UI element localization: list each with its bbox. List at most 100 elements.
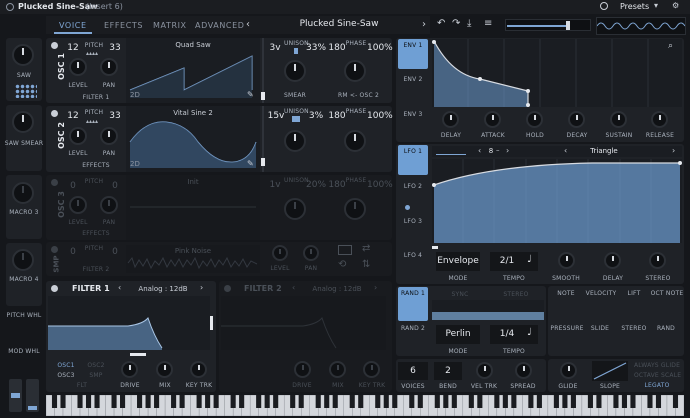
smp-waveform[interactable]: Pink Noise bbox=[126, 245, 260, 273]
osc2-dim-label[interactable]: 2D bbox=[130, 160, 140, 168]
filter1-cutoff-handle[interactable] bbox=[210, 316, 213, 330]
filter1-drive-knob[interactable] bbox=[121, 361, 138, 378]
lfo-tab-1[interactable]: LFO 1 bbox=[398, 145, 428, 175]
osc1-dim-label[interactable]: 2D bbox=[130, 91, 140, 99]
tab-matrix[interactable]: MATRIX bbox=[153, 21, 187, 30]
filter2-next-icon[interactable]: › bbox=[374, 283, 377, 292]
random-note-icon[interactable]: ♩ bbox=[527, 327, 532, 338]
keyboard[interactable] bbox=[45, 394, 685, 417]
filter1-route-flt[interactable]: FLT bbox=[70, 382, 94, 389]
filter2-keytrk-knob[interactable] bbox=[363, 361, 380, 378]
veltrk-knob[interactable] bbox=[476, 362, 493, 379]
lfo-graph[interactable] bbox=[432, 159, 682, 243]
osc1-rm-label[interactable]: RM <- OSC 2 bbox=[338, 92, 379, 99]
source-lift[interactable]: LIFT bbox=[620, 290, 648, 297]
filter1-route-smp[interactable]: SMP bbox=[84, 372, 108, 379]
voices-value[interactable]: 6 bbox=[398, 366, 428, 376]
env-hold-knob[interactable] bbox=[526, 111, 543, 128]
osc1-unison-voices[interactable]: 3v bbox=[266, 43, 284, 53]
lfo-grid-prev-icon[interactable]: ‹ bbox=[478, 146, 481, 155]
source-slide[interactable]: SLIDE bbox=[586, 325, 614, 332]
source-stereo[interactable]: STEREO bbox=[620, 325, 648, 332]
osc3-pan-knob[interactable] bbox=[100, 196, 118, 214]
volume-meter[interactable] bbox=[505, 19, 591, 31]
filter2-model[interactable]: Analog : 12dB bbox=[302, 285, 372, 293]
osc1-pitch-transpose[interactable]: 33 bbox=[107, 43, 123, 53]
tab-advanced[interactable]: ADVANCED bbox=[195, 21, 245, 30]
osc2-effects-label[interactable]: EFFECTS bbox=[76, 162, 116, 169]
osc1-unison-pct[interactable]: 33% bbox=[306, 43, 326, 53]
filter1-resonance-handle[interactable] bbox=[130, 353, 146, 356]
filter1-route-osc2[interactable]: OSC2 bbox=[84, 362, 108, 369]
smp-bounce-icon[interactable]: ⇅ bbox=[362, 259, 370, 270]
osc2-wavetable[interactable]: Vital Sine 2 2D ✎ bbox=[126, 106, 260, 172]
random-stereo-toggle[interactable]: STEREO bbox=[500, 291, 532, 298]
env-sustain-knob[interactable] bbox=[610, 111, 627, 128]
osc3-distortion-knob[interactable] bbox=[344, 198, 366, 220]
osc1-frame-slider-handle[interactable] bbox=[261, 92, 265, 100]
source-velocity[interactable]: VELOCITY bbox=[584, 290, 618, 297]
smp-level-knob[interactable] bbox=[272, 245, 288, 261]
osc3-unison-pct[interactable]: 20% bbox=[306, 180, 326, 190]
random-tempo-value[interactable]: 1/4 bbox=[492, 329, 522, 339]
osc2-unison-voices[interactable]: 15v bbox=[266, 111, 286, 121]
lfo-tab-2-label[interactable]: LFO 2 bbox=[398, 183, 428, 190]
env-tab-1[interactable]: ENV 1 bbox=[398, 39, 428, 69]
lfo-shape-name[interactable]: Triangle bbox=[572, 147, 636, 155]
lfo-phase-dot[interactable] bbox=[405, 205, 410, 210]
osc2-edit-icon[interactable]: ✎ bbox=[247, 159, 254, 168]
undo-icon[interactable]: ↶ bbox=[437, 18, 445, 29]
filter1-keytrk-knob[interactable] bbox=[190, 361, 207, 378]
osc2-distortion-knob[interactable] bbox=[344, 130, 366, 152]
env-graph[interactable]: ⌕ bbox=[432, 39, 682, 107]
zoom-icon[interactable]: ⌕ bbox=[668, 41, 673, 51]
osc2-frame-slider-handle[interactable] bbox=[261, 158, 265, 166]
osc1-distortion-knob[interactable] bbox=[344, 60, 366, 82]
env-attack-knob[interactable] bbox=[484, 111, 501, 128]
power-icon[interactable] bbox=[600, 2, 608, 10]
osc3-phase-pct[interactable]: 100% bbox=[367, 180, 393, 190]
source-oct-note[interactable]: OCT NOTE bbox=[650, 290, 684, 297]
smp-pan-knob[interactable] bbox=[303, 245, 319, 261]
filter1-prev-icon[interactable]: ‹ bbox=[118, 283, 121, 292]
env-delay-knob[interactable] bbox=[442, 111, 459, 128]
glide-knob[interactable] bbox=[560, 362, 577, 379]
smp-pitch-a[interactable]: 0 bbox=[65, 247, 81, 257]
source-note[interactable]: NOTE bbox=[552, 290, 580, 297]
source-rand[interactable]: RAND bbox=[652, 325, 680, 332]
filter2-response[interactable] bbox=[221, 296, 386, 350]
filter1-response[interactable] bbox=[48, 296, 210, 350]
filter1-route-osc1[interactable]: OSC1 bbox=[54, 362, 78, 369]
random-tab-2-label[interactable]: RAND 2 bbox=[398, 325, 428, 332]
osc1-filter-label[interactable]: FILTER 1 bbox=[76, 94, 116, 101]
env-decay-knob[interactable] bbox=[568, 111, 585, 128]
chevron-down-icon[interactable]: ▾ bbox=[654, 1, 658, 10]
source-pressure[interactable]: PRESSURE bbox=[550, 325, 584, 332]
osc2-level-knob[interactable] bbox=[69, 127, 87, 145]
lfo-tab-3-label[interactable]: LFO 3 bbox=[398, 218, 428, 225]
osc1-smear-knob[interactable] bbox=[284, 60, 306, 82]
next-preset-icon[interactable]: › bbox=[422, 19, 426, 30]
env-tab-2-label[interactable]: ENV 2 bbox=[398, 76, 428, 83]
filter1-mix-knob[interactable] bbox=[156, 361, 173, 378]
filter2-prev-icon[interactable]: ‹ bbox=[292, 283, 295, 292]
filter1-model[interactable]: Analog : 12dB bbox=[128, 285, 198, 293]
osc1-level-knob[interactable] bbox=[69, 58, 87, 76]
osc3-power[interactable] bbox=[51, 179, 58, 186]
presets-label[interactable]: Presets bbox=[620, 2, 649, 11]
osc1-phase-pct[interactable]: 100% bbox=[367, 43, 393, 53]
smp-keytrack-icon[interactable] bbox=[338, 245, 352, 255]
lfo-scroll-handle[interactable] bbox=[432, 246, 438, 249]
osc2-pitch-transpose[interactable]: 33 bbox=[107, 111, 123, 121]
bend-value[interactable]: 2 bbox=[434, 366, 462, 376]
macro-1-drag-dots[interactable] bbox=[15, 84, 37, 98]
lfo-tab-4-label[interactable]: LFO 4 bbox=[398, 252, 428, 259]
macro-4-knob[interactable] bbox=[12, 249, 34, 271]
save-icon[interactable]: ⤓ bbox=[467, 18, 471, 29]
prev-preset-icon[interactable]: ‹ bbox=[246, 19, 250, 30]
lfo-stereo-knob[interactable] bbox=[649, 252, 666, 269]
lfo-mini-wave[interactable] bbox=[436, 148, 466, 155]
random-graph[interactable] bbox=[432, 300, 544, 320]
osc2-phase-pct[interactable]: 100% bbox=[367, 111, 393, 121]
mod-wheel-label[interactable]: MOD WHL bbox=[4, 348, 44, 355]
